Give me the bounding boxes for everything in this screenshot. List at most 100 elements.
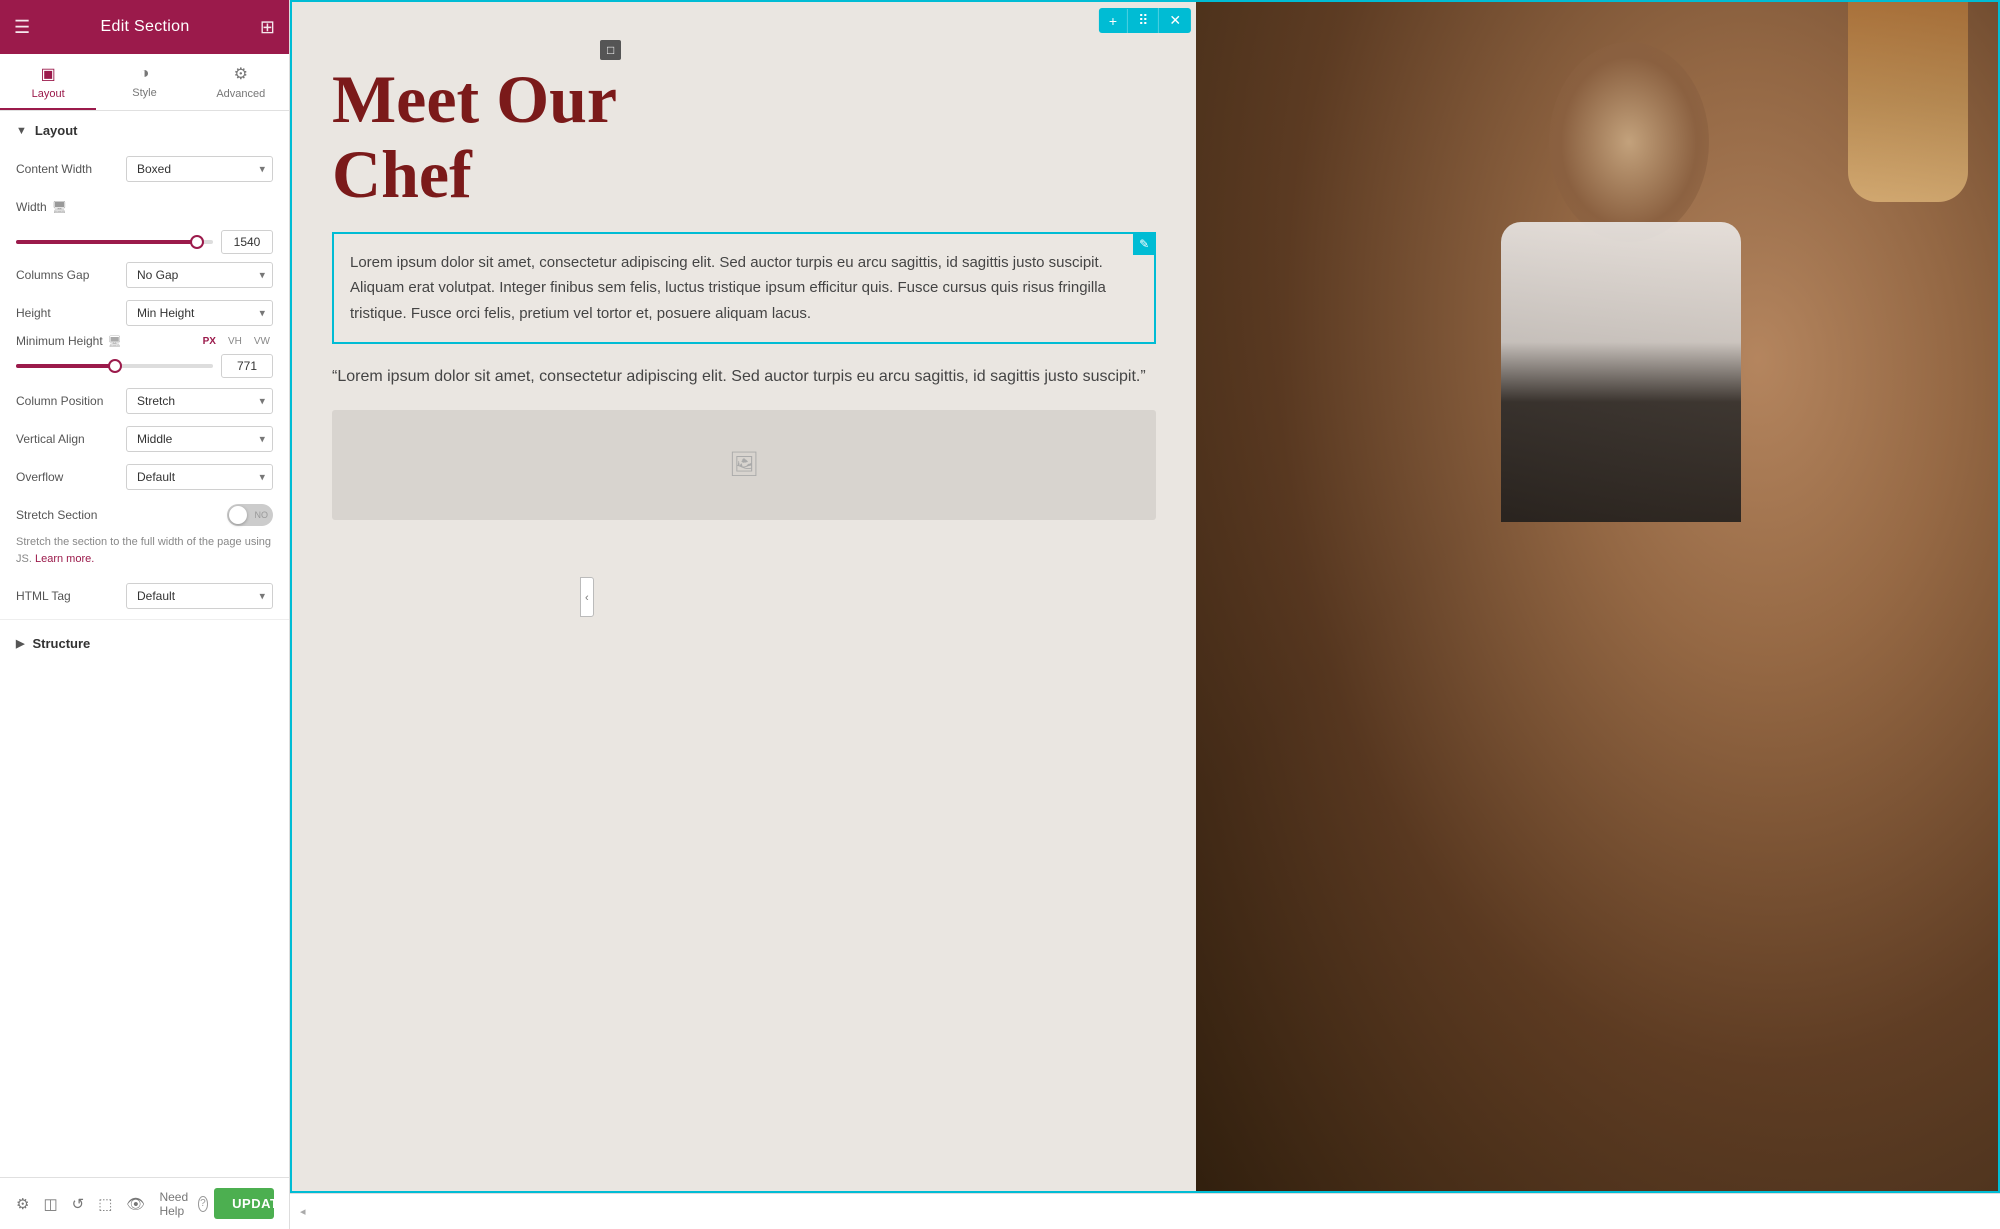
update-button[interactable]: UPDATE ▲	[214, 1188, 274, 1219]
canvas-right	[1196, 2, 1998, 1191]
stretch-section-label: Stretch Section	[16, 508, 227, 522]
panel-body: ▼ Layout Content Width Boxed Full Width …	[0, 111, 289, 1229]
column-position-label: Column Position	[16, 394, 126, 408]
add-section-btn[interactable]: +	[1099, 9, 1128, 33]
minheight-monitor-icon: 🖥	[108, 335, 122, 348]
panel-bottom: ⚙ ◫ ↺ ⬚ 👁 Need Help ? UPDATE ▲	[0, 1177, 290, 1229]
layout-section-header[interactable]: ▼ Layout	[0, 111, 289, 150]
html-tag-select[interactable]: Default header main footer	[126, 583, 273, 609]
column-position-select[interactable]: Stretch Top Middle Bottom	[126, 388, 273, 414]
content-width-row: Content Width Boxed Full Width	[0, 150, 289, 188]
toggle-knob	[229, 506, 247, 524]
content-width-label: Content Width	[16, 162, 126, 176]
bottom-icons: ⚙ ◫ ↺ ⬚ 👁 Need Help ?	[16, 1190, 208, 1218]
width-slider-container[interactable]	[16, 240, 213, 244]
structure-section-header[interactable]: ▶ Structure	[0, 624, 289, 663]
columns-gap-control: No Gap Narrow Default Wide	[126, 262, 273, 288]
need-help[interactable]: Need Help ?	[159, 1190, 208, 1218]
tab-style[interactable]: ◑ Style	[96, 54, 192, 110]
panel-tabs: ▣ Layout ◑ Style ⚙ Advanced	[0, 54, 289, 111]
minheight-slider-track	[16, 364, 213, 368]
close-section-btn[interactable]: ✕	[1159, 8, 1191, 33]
layout-arrow-icon: ▼	[16, 125, 27, 137]
html-tag-select-wrap: Default header main footer	[126, 583, 273, 609]
unit-vh[interactable]: VH	[225, 335, 245, 348]
text-block-selected[interactable]: ✎ Lorem ipsum dolor sit amet, consectetu…	[332, 232, 1156, 345]
eye-icon[interactable]: 👁	[126, 1195, 145, 1213]
settings-icon[interactable]: ⚙	[16, 1195, 29, 1213]
stretch-section-row: Stretch Section NO	[0, 496, 289, 534]
bottom-nav: ◂	[290, 1193, 2000, 1229]
overflow-row: Overflow Default Hidden	[0, 458, 289, 496]
section-indicator: □	[600, 40, 621, 60]
columns-gap-select[interactable]: No Gap Narrow Default Wide	[126, 262, 273, 288]
content-width-select-wrap: Boxed Full Width	[126, 156, 273, 182]
vertical-align-select-wrap: Top Middle Bottom	[126, 426, 273, 452]
unit-px[interactable]: PX	[200, 335, 219, 348]
minheight-label-row: Minimum Height 🖥 PX VH VW	[16, 334, 273, 348]
tab-layout-label: Layout	[32, 88, 65, 100]
overflow-label: Overflow	[16, 470, 126, 484]
height-select-wrap: Default Min Height Fit To Screen	[126, 300, 273, 326]
width-slider-with-input	[16, 230, 273, 254]
update-main-btn[interactable]: UPDATE	[214, 1188, 274, 1219]
canvas-content: ‹ □ Meet Our Chef ✎ Lorem ipsum dolor si…	[290, 0, 2000, 1193]
columns-gap-select-wrap: No Gap Narrow Default Wide	[126, 262, 273, 288]
canvas-left: ‹ □ Meet Our Chef ✎ Lorem ipsum dolor si…	[292, 2, 1196, 1191]
chef-body	[1501, 222, 1741, 522]
columns-gap-label: Columns Gap	[16, 268, 126, 282]
height-select[interactable]: Default Min Height Fit To Screen	[126, 300, 273, 326]
minheight-input[interactable]	[221, 354, 273, 378]
unit-vw[interactable]: VW	[251, 335, 273, 348]
content-width-select[interactable]: Boxed Full Width	[126, 156, 273, 182]
help-icon: ?	[198, 1196, 208, 1212]
column-position-control: Stretch Top Middle Bottom	[126, 388, 273, 414]
layers-icon[interactable]: ◫	[43, 1195, 57, 1213]
layout-tab-icon: ▣	[41, 64, 56, 84]
divider-1	[0, 619, 289, 620]
panel-header: ☰ Edit Section ⊞	[0, 0, 289, 54]
width-input[interactable]	[221, 230, 273, 254]
tab-layout[interactable]: ▣ Layout	[0, 54, 96, 110]
canvas: ‹ □ Meet Our Chef ✎ Lorem ipsum dolor si…	[290, 0, 2000, 1193]
image-placeholder[interactable]: 🖼	[332, 410, 1156, 520]
quote-text: “Lorem ipsum dolor sit amet, consectetur…	[332, 364, 1156, 390]
stretch-toggle[interactable]: NO	[227, 504, 273, 526]
height-row: Height Default Min Height Fit To Screen	[0, 294, 289, 332]
vertical-align-label: Vertical Align	[16, 432, 126, 446]
height-control: Default Min Height Fit To Screen	[126, 300, 273, 326]
width-row: Width 🖥	[0, 188, 289, 226]
move-section-btn[interactable]: ⠿	[1128, 8, 1159, 33]
overflow-select-wrap: Default Hidden	[126, 464, 273, 490]
column-position-row: Column Position Stretch Top Middle Botto…	[0, 382, 289, 420]
vertical-align-select[interactable]: Top Middle Bottom	[126, 426, 273, 452]
vertical-align-control: Top Middle Bottom	[126, 426, 273, 452]
toggle-bg[interactable]	[227, 504, 273, 526]
tab-advanced-label: Advanced	[216, 88, 265, 100]
minheight-slider-container[interactable]	[16, 364, 213, 368]
content-width-control: Boxed Full Width	[126, 156, 273, 182]
minheight-slider-thumb[interactable]	[108, 359, 122, 373]
structure-section-title: Structure	[32, 636, 90, 651]
tab-advanced[interactable]: ⚙ Advanced	[193, 54, 289, 110]
width-label: Width 🖥	[16, 200, 126, 214]
lamp-shape	[1848, 2, 1968, 202]
right-area: + ⠿ ✕ ‹ □ Meet Our Chef ✎ Lore	[290, 0, 2000, 1229]
style-tab-icon: ◑	[140, 65, 150, 83]
minheight-label: Minimum Height 🖥	[16, 334, 122, 348]
hamburger-icon[interactable]: ☰	[14, 17, 30, 38]
width-slider-thumb[interactable]	[190, 235, 204, 249]
chef-photo	[1196, 2, 1998, 1191]
stretch-info: Stretch the section to the full width of…	[0, 534, 289, 577]
left-panel: ☰ Edit Section ⊞ ▣ Layout ◑ Style ⚙ Adva…	[0, 0, 290, 1229]
overflow-select[interactable]: Default Hidden	[126, 464, 273, 490]
responsive-icon[interactable]: ⬚	[98, 1195, 112, 1213]
width-slider-track	[16, 240, 213, 244]
learn-more-link[interactable]: Learn more.	[35, 553, 94, 565]
grid-icon[interactable]: ⊞	[260, 17, 275, 38]
bottom-nav-left: ◂	[300, 1205, 306, 1218]
collapse-panel-btn[interactable]: ‹	[580, 577, 594, 617]
text-edit-icon[interactable]: ✎	[1133, 233, 1155, 255]
history-icon[interactable]: ↺	[72, 1195, 85, 1213]
html-tag-label: HTML Tag	[16, 589, 126, 603]
